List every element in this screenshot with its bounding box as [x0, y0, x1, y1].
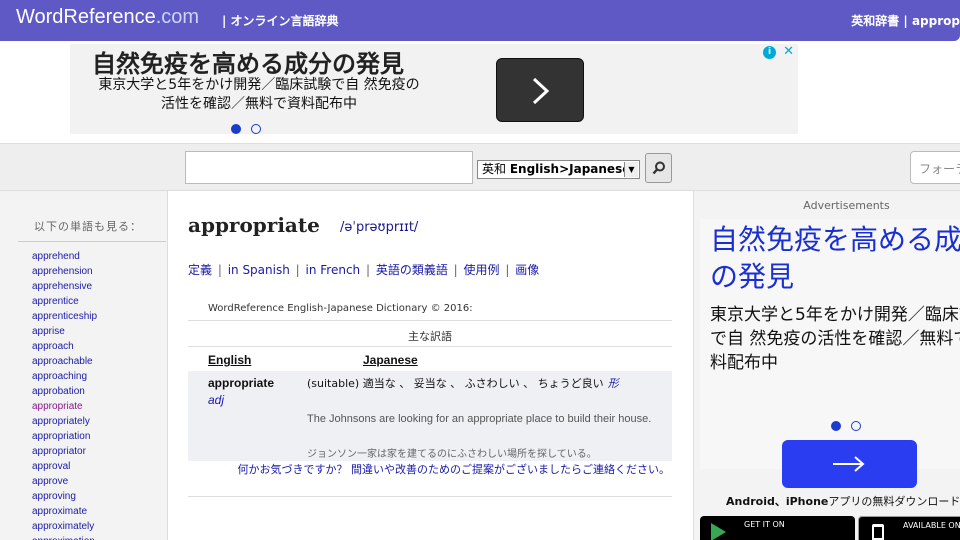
link-definition[interactable]: 定義	[188, 263, 212, 277]
link-synonyms[interactable]: 英語の類義語	[376, 263, 448, 277]
ad-headline: 自然免疫を高める成分の発見	[92, 49, 404, 78]
ads-label: Advertisements	[803, 199, 890, 212]
related-word-link[interactable]: apprenticeship	[32, 309, 97, 324]
related-word-link[interactable]: appropriately	[32, 414, 97, 429]
chevron-right-icon	[532, 77, 550, 105]
entry-pos[interactable]: adj	[208, 393, 224, 407]
related-word-link[interactable]: approximately	[32, 519, 97, 534]
search-icon	[652, 161, 665, 175]
headword: appropriate	[188, 213, 320, 237]
app-store-badge[interactable]: AVAILABLE ON THE	[858, 516, 960, 540]
ad-dot-2[interactable]	[851, 421, 861, 431]
search-input[interactable]	[185, 151, 473, 184]
ad-dot-1[interactable]	[831, 421, 841, 431]
apps-promo: Android、iPhoneアプリの無料ダウンロード	[726, 495, 960, 508]
related-word-link[interactable]: apprise	[32, 324, 97, 339]
ad-next-button[interactable]	[496, 58, 584, 122]
dictionary-copyright: WordReference English-Japanese Dictionar…	[208, 303, 473, 314]
ad-info-icon[interactable]: i	[763, 46, 776, 59]
related-word-link[interactable]: approximation	[32, 534, 97, 540]
example-english: The Johnsons are looking for an appropri…	[307, 413, 652, 425]
header-breadcrumb[interactable]: 英和辞書 | approp	[851, 12, 960, 29]
right-ad-banner[interactable]: 自然免疫を高める成分の発見 東京大学と5年をかけ開発／臨床試験で自 然免疫の活性…	[700, 219, 960, 488]
related-words-sidebar: 以下の単語も見る： apprehend apprehension apprehe…	[0, 191, 168, 540]
related-word-link-current[interactable]: appropriate	[32, 399, 97, 414]
ad-next-button[interactable]	[782, 440, 917, 488]
search-button[interactable]	[645, 153, 672, 183]
forum-search-input[interactable]: フォーラム	[910, 151, 960, 184]
related-word-link[interactable]: appropriation	[32, 429, 97, 444]
related-word-link[interactable]: approachable	[32, 354, 97, 369]
column-header-japanese: Japanese	[363, 353, 418, 367]
divider	[188, 320, 672, 321]
link-examples[interactable]: 使用例	[464, 263, 500, 277]
search-bar: 英和 English>Japanese ▼ フォーラム	[0, 143, 960, 191]
ad-pagination	[231, 119, 271, 138]
related-word-link[interactable]: apprehension	[32, 264, 97, 279]
google-play-badge[interactable]: GET IT ON	[700, 516, 855, 540]
related-word-link[interactable]: approving	[32, 489, 97, 504]
related-word-link[interactable]: appropriator	[32, 444, 97, 459]
divider	[188, 496, 672, 497]
translation-row: appropriate adj (suitable) 適当な 、 妥当な 、 ふ…	[188, 371, 672, 461]
right-ad-column: Advertisements 自然免疫を高める成分の発見 東京大学と5年をかけ開…	[693, 191, 960, 540]
top-header: WordReference.com | オンライン言語辞典 英和辞書 | app…	[0, 0, 960, 41]
ad-dot-2[interactable]	[251, 124, 261, 134]
related-word-link[interactable]: approach	[32, 339, 97, 354]
entry-pos-ja[interactable]: 形	[608, 377, 619, 390]
dictionary-select[interactable]: 英和 English>Japanese ▼	[477, 160, 640, 179]
sidebar-title: 以下の単語も見る：	[34, 220, 142, 233]
pronunciation: /əˈprəʊprɪɪt/	[340, 220, 419, 235]
feedback-link[interactable]: 何かお気づきですか？ 間違いや改善のためのご提案がございましたらご連絡ください。	[188, 462, 672, 477]
chevron-down-icon: ▼	[624, 162, 638, 177]
related-word-link[interactable]: approaching	[32, 369, 97, 384]
divider	[188, 346, 672, 347]
link-images[interactable]: 画像	[515, 263, 539, 277]
related-word-link[interactable]: approve	[32, 474, 97, 489]
google-play-icon	[711, 523, 726, 540]
example-japanese: ジョンソン一家は家を建てるのにふさわしい場所を探している。	[307, 449, 597, 460]
column-header-english: English	[208, 353, 252, 367]
related-word-link[interactable]: apprehend	[32, 249, 97, 264]
ad-headline: 自然免疫を高める成分の発見	[710, 223, 960, 293]
entry-links: 定義 | in Spanish | in French | 英語の類義語 | 使…	[188, 263, 540, 277]
link-spanish[interactable]: in Spanish	[228, 263, 290, 277]
related-word-link[interactable]: apprehensive	[32, 279, 97, 294]
ad-body: 東京大学と5年をかけ開発／臨床試験で自 然免疫の活性を確認／無料で資料配布中	[710, 305, 960, 373]
ad-dot-1[interactable]	[231, 124, 241, 134]
arrow-right-icon	[833, 456, 865, 472]
phone-icon	[872, 524, 884, 540]
site-tagline: | オンライン言語辞典	[222, 14, 339, 28]
related-word-link[interactable]: approval	[32, 459, 97, 474]
link-french[interactable]: in French	[306, 263, 361, 277]
related-word-link[interactable]: approbation	[32, 384, 97, 399]
ad-pagination	[831, 416, 871, 435]
entry-word: appropriate	[208, 376, 275, 390]
ad-close-icon[interactable]: ✕	[783, 44, 794, 59]
related-word-link[interactable]: approximate	[32, 504, 97, 519]
related-word-link[interactable]: apprentice	[32, 294, 97, 309]
main-translations-heading: 主な訳語	[408, 330, 452, 343]
dictionary-entry: appropriate /əˈprəʊprɪɪt/ 定義 | in Spanis…	[168, 191, 693, 540]
divider	[18, 241, 166, 242]
top-ad-banner[interactable]: 自然免疫を高める成分の発見 東京大学と5年をかけ開発／臨床試験で自 然免疫の活性…	[70, 44, 798, 134]
site-logo[interactable]: WordReference.com	[16, 6, 199, 29]
entry-definition: (suitable) 適当な 、 妥当な 、 ふさわしい 、 ちょうど良い形	[307, 377, 619, 390]
related-words-list: apprehend apprehension apprehensive appr…	[32, 249, 97, 540]
ad-body: 東京大学と5年をかけ開発／臨床試験で自 然免疫の活性を確認／無料で資料配布中	[98, 77, 420, 112]
